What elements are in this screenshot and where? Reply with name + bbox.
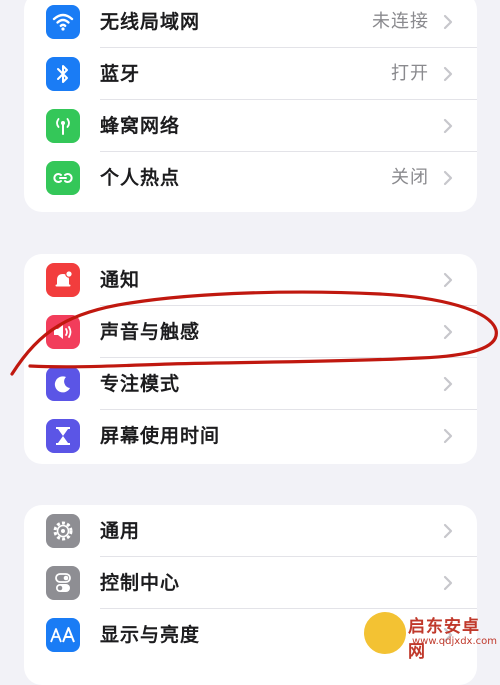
settings-row-wifi[interactable]: 无线局域网 未连接 <box>24 0 477 48</box>
settings-row-label: 显示与亮度 <box>100 624 201 646</box>
chevron-right-icon <box>443 575 453 591</box>
settings-row-value: 关闭 <box>391 167 429 188</box>
bluetooth-icon <box>46 57 80 91</box>
settings-row-label: 通用 <box>100 520 141 542</box>
chevron-right-icon <box>443 66 453 82</box>
settings-row-screen-time[interactable]: 屏幕使用时间 <box>24 410 477 462</box>
settings-row-label: 控制中心 <box>100 572 181 594</box>
settings-row-value: 未连接 <box>372 11 429 32</box>
settings-row-control-center[interactable]: 控制中心 <box>24 557 477 609</box>
chevron-right-icon <box>443 14 453 30</box>
chevron-right-icon <box>443 523 453 539</box>
settings-row-sounds[interactable]: 声音与触感 <box>24 306 477 358</box>
watermark-logo: 启东安卓网 www.qdjxdx.com <box>362 604 497 662</box>
chevron-right-icon <box>443 428 453 444</box>
chevron-right-icon <box>443 118 453 134</box>
settings-row-label: 专注模式 <box>100 373 181 395</box>
chevron-right-icon <box>443 170 453 186</box>
speaker-icon <box>46 315 80 349</box>
text-size-icon <box>46 618 80 652</box>
settings-row-label: 声音与触感 <box>100 321 201 343</box>
bell-icon <box>46 263 80 297</box>
toggles-icon <box>46 566 80 600</box>
hourglass-icon <box>46 419 80 453</box>
settings-row-bluetooth[interactable]: 蓝牙 打开 <box>24 48 477 100</box>
wifi-icon <box>46 5 80 39</box>
settings-row-label: 蓝牙 <box>100 63 141 85</box>
chevron-right-icon <box>443 272 453 288</box>
hotspot-icon <box>46 161 80 195</box>
settings-row-hotspot[interactable]: 个人热点 关闭 <box>24 152 477 204</box>
settings-group-notifications: 通知 声音与触感 专注模式 屏幕使用时间 <box>24 254 477 464</box>
antenna-icon <box>46 109 80 143</box>
settings-group-connectivity: 无线局域网 未连接 蓝牙 打开 蜂窝网络 个人热点 关闭 <box>24 0 477 212</box>
settings-row-general[interactable]: 通用 <box>24 505 477 557</box>
settings-row-label: 通知 <box>100 269 141 291</box>
settings-row-label: 无线局域网 <box>100 11 201 33</box>
moon-icon <box>46 367 80 401</box>
chevron-right-icon <box>443 376 453 392</box>
settings-row-label: 个人热点 <box>100 167 181 189</box>
watermark-url: www.qdjxdx.com <box>412 636 497 647</box>
chevron-right-icon <box>443 324 453 340</box>
gear-icon <box>46 514 80 548</box>
settings-row-cellular[interactable]: 蜂窝网络 <box>24 100 477 152</box>
watermark-badge-icon <box>362 610 408 656</box>
settings-row-label: 屏幕使用时间 <box>100 425 221 447</box>
settings-row-focus[interactable]: 专注模式 <box>24 358 477 410</box>
settings-row-notifications[interactable]: 通知 <box>24 254 477 306</box>
settings-row-value: 打开 <box>391 63 429 84</box>
settings-row-label: 蜂窝网络 <box>100 115 181 137</box>
